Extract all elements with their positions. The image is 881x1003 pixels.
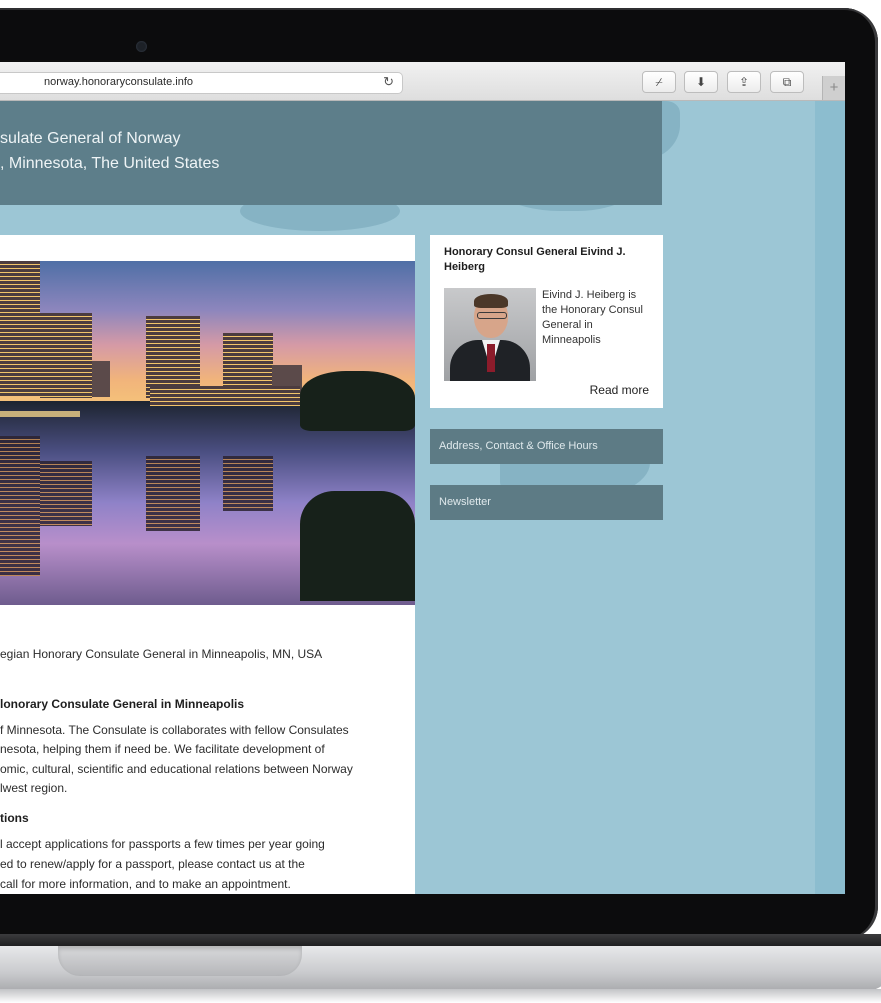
new-tab-button[interactable]: + (822, 76, 845, 100)
consul-card: Honorary Consul General Eivind J. Heiber… (430, 235, 663, 408)
camera-icon (136, 41, 147, 52)
address-contact-link[interactable]: Address, Contact & Office Hours (430, 429, 663, 464)
body-line: omic, cultural, scientific and education… (0, 762, 353, 776)
laptop-base-shadow (0, 989, 881, 1003)
download-icon[interactable]: ⬇ (684, 71, 718, 93)
newsletter-link[interactable]: Newsletter (430, 485, 663, 520)
address-bar[interactable]: norway.honoraryconsulate.info ↻ (0, 72, 403, 94)
body-line: ed to renew/apply for a passport, please… (0, 857, 305, 871)
read-more-link[interactable]: Read more (590, 383, 649, 397)
body-line: lwest region. (0, 781, 68, 795)
consul-portrait (444, 288, 536, 381)
browser-toolbar: norway.honoraryconsulate.info ↻ ⌿ ⬇ ⇪ ⧉ … (0, 62, 845, 101)
section-heading-consulate: lonorary Consulate General in Minneapoli… (0, 697, 245, 711)
body-line: l accept applications for passports a fe… (0, 837, 325, 851)
laptop-lid-notch (58, 946, 302, 976)
web-page: sulate General of Norway , Minnesota, Th… (0, 101, 845, 894)
reload-icon[interactable]: ↻ (383, 74, 394, 90)
site-title: sulate General of Norway (0, 130, 181, 147)
page-scroll-gutter (815, 101, 845, 894)
site-subtitle: , Minnesota, The United States (0, 155, 220, 172)
tabs-icon[interactable]: ⧉ (770, 71, 804, 93)
body-line: nesota, helping them if need be. We faci… (0, 742, 325, 756)
body-line: call for more information, and to make a… (0, 877, 291, 891)
browser-window: norway.honoraryconsulate.info ↻ ⌿ ⬇ ⇪ ⧉ … (0, 62, 845, 894)
minneapolis-skyline-image (0, 261, 415, 605)
body-line: f Minnesota. The Consulate is collaborat… (0, 723, 349, 737)
site-header: sulate General of Norway , Minnesota, Th… (0, 101, 662, 205)
consul-card-title: Honorary Consul General Eivind J. Heiber… (444, 246, 626, 273)
section-heading-passports: tions (0, 811, 29, 825)
pin-icon[interactable]: ⌿ (642, 71, 676, 93)
intro-text: egian Honorary Consulate General in Minn… (0, 647, 323, 661)
consul-bio: Eivind J. Heiberg is the Honorary Consul… (542, 289, 643, 346)
main-content: egian Honorary Consulate General in Minn… (0, 235, 415, 894)
share-icon[interactable]: ⇪ (727, 71, 761, 93)
url-text: norway.honoraryconsulate.info (44, 76, 193, 88)
